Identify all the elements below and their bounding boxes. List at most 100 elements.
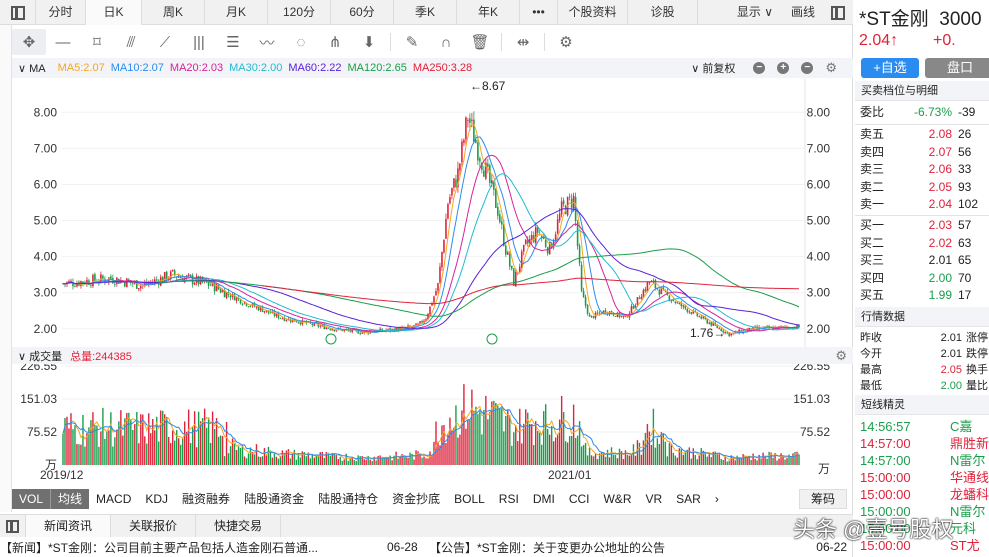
volume-bar	[580, 446, 583, 465]
tab-news[interactable]: 新闻资讯	[26, 515, 112, 537]
tab-related-quotes[interactable]: 关联报价	[111, 515, 197, 537]
candle-body	[592, 316, 595, 319]
candle-body	[455, 179, 457, 188]
ma-toggle[interactable]: ∨ MA	[18, 62, 52, 75]
volume-bar	[710, 457, 712, 465]
gear-icon[interactable]: ⚙	[835, 348, 847, 364]
volume-bar	[273, 453, 276, 465]
volume-bar	[535, 421, 537, 465]
tab-period[interactable]: 月K	[205, 0, 268, 25]
line-icon[interactable]: —	[46, 29, 80, 55]
add-watchlist-button[interactable]: +自选	[861, 58, 919, 78]
tab-period[interactable]: 周K	[142, 0, 205, 25]
display-menu[interactable]: 显示 ∨	[727, 0, 783, 25]
minus-icon[interactable]: −	[753, 62, 766, 74]
row-label: 买三	[860, 253, 885, 267]
announcement-item[interactable]: 【公告】*ST金刚：关于变更办公地址的公告	[429, 539, 784, 556]
indicator-tab[interactable]: 资金抄底	[385, 489, 447, 509]
indicator-tab[interactable]: 陆股通资金	[237, 489, 311, 509]
bid-row: 买五 1.99 17	[860, 287, 989, 304]
alert-row[interactable]: 14:56:57 C嘉	[860, 418, 989, 435]
vol-toggle[interactable]: ∨ 成交量	[18, 348, 62, 364]
eraser-icon[interactable]: ✎	[395, 29, 429, 55]
volume-bar	[413, 459, 415, 465]
indicator-tab[interactable]: CCI	[562, 489, 597, 509]
indicator-tab[interactable]: MACD	[89, 489, 138, 509]
draw-line-button[interactable]: 画线	[783, 0, 823, 25]
candle-body	[225, 292, 228, 299]
circle-icon[interactable]: ◌	[284, 29, 318, 55]
candle-body	[241, 304, 244, 305]
candle-body	[544, 239, 547, 247]
indicator-tab[interactable]: 陆股通持仓	[311, 489, 385, 509]
alert-row[interactable]: 15:00:00 华通线	[860, 469, 989, 486]
alert-row[interactable]: 14:57:00 N雷尔	[860, 452, 989, 469]
adjust-label: 前复权	[702, 63, 736, 75]
tab-period[interactable]: 60分	[331, 0, 394, 25]
adjust-select[interactable]: ∨ 前复权	[691, 60, 741, 76]
tab-period[interactable]: 分时	[36, 0, 86, 25]
gear-icon[interactable]: ⚙	[825, 60, 837, 76]
alert-row[interactable]: 14:57:00 鼎胜新	[860, 435, 989, 452]
vertical-lines-icon[interactable]: |||	[182, 29, 216, 55]
indicator-tab[interactable]: DMI	[526, 489, 562, 509]
zoom-out-icon[interactable]: −	[801, 62, 814, 74]
settings-icon[interactable]: ⚙	[549, 29, 583, 55]
indicator-tab[interactable]: BOLL	[447, 489, 492, 509]
alert-stock: N雷尔	[950, 504, 986, 519]
right-panel-toggle[interactable]	[823, 0, 853, 25]
fan-icon[interactable]: ⫻	[114, 29, 148, 55]
candle-body	[263, 311, 266, 313]
indicator-tab[interactable]: ›	[708, 489, 726, 509]
candle-body	[463, 140, 465, 143]
indicator-tab[interactable]: KDJ	[138, 489, 175, 509]
kline-chart[interactable]: 8.00 8.00 7.00 7.00 6.00 6.00 5.00 5.00 4.00 4.00…	[0, 78, 853, 488]
fork-icon[interactable]: ⋔	[318, 29, 352, 55]
segment-icon[interactable]: ⟋	[148, 29, 182, 55]
zoom-in-icon[interactable]: +	[777, 62, 790, 74]
rectangle-icon[interactable]: ⌑	[80, 29, 114, 55]
indicator-tab[interactable]: SAR	[669, 489, 708, 509]
tab-period[interactable]: 120分	[268, 0, 331, 25]
arrow-down-icon[interactable]: ⬇	[352, 29, 386, 55]
ma-value: MA60:2.22	[288, 62, 342, 74]
candle-body	[439, 266, 441, 283]
text-icon[interactable]: ☰	[216, 29, 250, 55]
stat-row: 今开 2.01 跌停	[860, 346, 989, 363]
volume-bar	[738, 458, 740, 465]
indicator-tab[interactable]: VOL	[12, 489, 51, 509]
tab-period[interactable]: 日K	[86, 0, 142, 25]
magnet-icon[interactable]: ∩	[429, 29, 463, 55]
ask-row: 卖四 2.07 56	[860, 144, 989, 161]
move-icon[interactable]: ✥	[12, 29, 46, 55]
tab-quick-trade[interactable]: 快捷交易	[196, 515, 282, 537]
candle-body	[247, 306, 250, 307]
collapse-button[interactable]	[0, 515, 26, 537]
sidebar-toggle-button[interactable]	[0, 0, 36, 25]
volume-bar	[363, 459, 365, 465]
tab-period[interactable]: 年K	[457, 0, 520, 25]
stat-label: 昨收	[860, 332, 882, 344]
volume-bar	[542, 411, 545, 465]
indicator-tab[interactable]: VR	[638, 489, 669, 509]
tab-period[interactable]: 诊股	[628, 0, 698, 25]
indicator-tab[interactable]: W&R	[596, 489, 638, 509]
trash-icon[interactable]: 🗑	[463, 29, 497, 55]
indicator-tab[interactable]: 融资融券	[175, 489, 237, 509]
alert-row[interactable]: 15:00:00 龙蟠科	[860, 486, 989, 503]
order-book-button[interactable]: 盘口	[925, 58, 989, 78]
wave-icon[interactable]: 〰	[250, 29, 284, 55]
split-icon[interactable]: ⇹	[506, 29, 540, 55]
volume-bar	[487, 419, 489, 465]
tab-period[interactable]: •••	[520, 0, 558, 25]
news-item[interactable]: 【新闻】*ST金刚：公司目前主要产品包括人造金刚石普通...	[0, 539, 355, 556]
volume-bar	[622, 458, 625, 465]
indicator-tab[interactable]: RSI	[492, 489, 526, 509]
volume-bar	[375, 460, 377, 465]
tab-period[interactable]: 季K	[394, 0, 457, 25]
chip-button[interactable]: 筹码	[799, 489, 847, 509]
candle-body	[229, 295, 232, 298]
indicator-tab[interactable]: 均线	[50, 489, 90, 509]
alert-stock: N雷尔	[950, 453, 986, 468]
tab-period[interactable]: 个股资料	[558, 0, 628, 25]
